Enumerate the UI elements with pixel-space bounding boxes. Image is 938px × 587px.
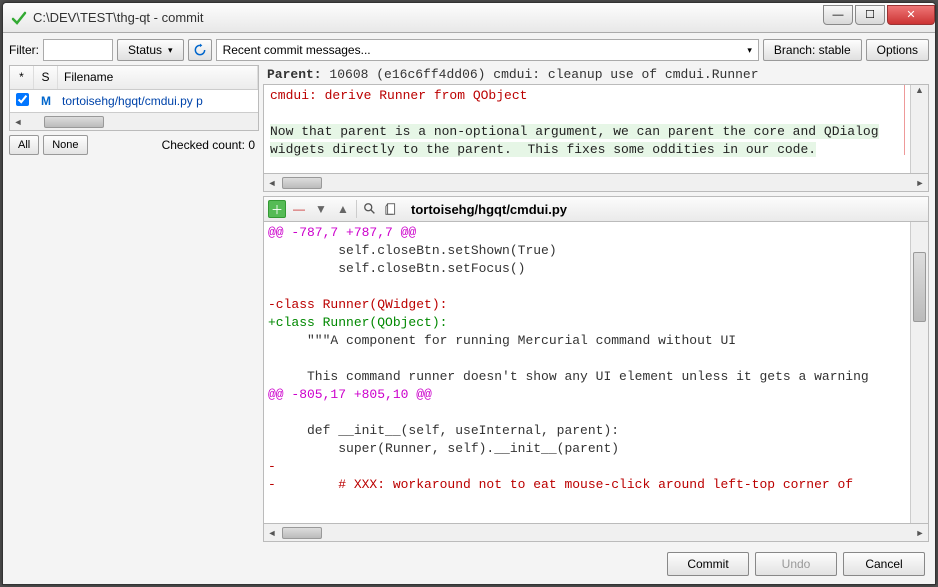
- commit-button[interactable]: Commit: [667, 552, 749, 576]
- right-pane: Parent: 10608 (e16c6ff4dd06) cmdui: clea…: [263, 65, 929, 542]
- refresh-button[interactable]: [188, 39, 212, 61]
- diff-line: super(Runner, self).__init__(parent): [268, 440, 906, 458]
- col-filename[interactable]: Filename: [58, 66, 258, 89]
- arrow-down-icon[interactable]: ▼: [312, 200, 330, 218]
- diff-view[interactable]: @@ -787,7 +787,7 @@ self.closeBtn.setSho…: [264, 222, 910, 523]
- diff-line: +class Runner(QObject):: [268, 314, 906, 332]
- file-name: tortoisehg/hgqt/cmdui.py p: [58, 94, 258, 108]
- file-list-footer: All None Checked count: 0: [9, 131, 259, 159]
- status-dropdown[interactable]: Status: [117, 39, 184, 61]
- app-icon: [11, 10, 27, 26]
- diff-toolbar: ＋ — ▼ ▲ tortoisehg/hgqt/cmdui.py: [263, 196, 929, 222]
- commit-message-body: Now that parent is a non-optional argume…: [270, 124, 879, 157]
- diff-filename: tortoisehg/hgqt/cmdui.py: [411, 202, 567, 217]
- diff-line: @@ -787,7 +787,7 @@: [268, 224, 906, 242]
- select-all-button[interactable]: All: [9, 135, 39, 155]
- add-icon[interactable]: ＋: [268, 200, 286, 218]
- arrow-up-icon[interactable]: ▲: [334, 200, 352, 218]
- col-status[interactable]: S: [34, 66, 58, 89]
- options-button[interactable]: Options: [866, 39, 929, 61]
- refresh-icon: [193, 43, 207, 57]
- undo-button[interactable]: Undo: [755, 552, 837, 576]
- file-list-body[interactable]: M tortoisehg/hgqt/cmdui.py p: [10, 90, 258, 112]
- content-area: Filter: Status Recent commit messages...…: [3, 33, 935, 584]
- filter-label: Filter:: [9, 43, 39, 57]
- select-none-button[interactable]: None: [43, 135, 87, 155]
- diff-line: This command runner doesn't show any UI …: [268, 368, 906, 386]
- close-button[interactable]: ✕: [887, 5, 935, 25]
- cancel-button[interactable]: Cancel: [843, 552, 925, 576]
- left-column: * S Filename M tortoisehg/hgqt/cmdui.py …: [9, 65, 259, 542]
- file-status: M: [34, 94, 58, 108]
- commit-window: C:\DEV\TEST\thg-qt - commit — ☐ ✕ Filter…: [2, 2, 936, 585]
- middle-area: * S Filename M tortoisehg/hgqt/cmdui.py …: [9, 65, 929, 542]
- remove-icon[interactable]: —: [290, 200, 308, 218]
- parent-hash: (e16c6ff4dd06): [376, 67, 485, 82]
- window-controls: — ☐ ✕: [821, 5, 935, 27]
- parent-info: Parent: 10608 (e16c6ff4dd06) cmdui: clea…: [263, 65, 929, 84]
- checked-count: Checked count: 0: [162, 138, 259, 152]
- parent-label: Parent:: [267, 67, 322, 82]
- diff-line: - # XXX: workaround not to eat mouse-cli…: [268, 476, 906, 494]
- diff-line: -class Runner(QWidget):: [268, 296, 906, 314]
- diff-line: -: [268, 458, 906, 476]
- diff-hscroll[interactable]: ◄►: [263, 524, 929, 542]
- document-icon[interactable]: [383, 200, 401, 218]
- diff-line: """A component for running Mercurial com…: [268, 332, 906, 350]
- column-ruler: [904, 85, 905, 155]
- top-toolbar: Filter: Status Recent commit messages...…: [9, 39, 929, 61]
- col-check[interactable]: *: [10, 66, 34, 89]
- diff-line: [268, 350, 906, 368]
- dialog-button-bar: Commit Undo Cancel: [9, 546, 929, 578]
- diff-line: [268, 278, 906, 296]
- diff-vscroll[interactable]: [910, 222, 928, 523]
- diff-line: def __init__(self, useInternal, parent):: [268, 422, 906, 440]
- file-list-header: * S Filename: [10, 66, 258, 90]
- diff-line: [268, 404, 906, 422]
- diff-line: @@ -805,17 +805,10 @@: [268, 386, 906, 404]
- search-icon[interactable]: [361, 200, 379, 218]
- commit-message-subject: cmdui: derive Runner from QObject: [270, 88, 527, 103]
- branch-button[interactable]: Branch: stable: [763, 39, 862, 61]
- commit-message-box: cmdui: derive Runner from QObject Now th…: [263, 84, 929, 174]
- parent-rev: 10608: [329, 67, 368, 82]
- message-vscroll[interactable]: ▲: [910, 85, 928, 173]
- diff-line: self.closeBtn.setFocus(): [268, 260, 906, 278]
- maximize-button[interactable]: ☐: [855, 5, 885, 25]
- minimize-button[interactable]: —: [823, 5, 853, 25]
- diff-body-wrap: @@ -787,7 +787,7 @@ self.closeBtn.setSho…: [263, 222, 929, 524]
- message-hscroll[interactable]: ◄►: [263, 174, 929, 192]
- diff-line: self.closeBtn.setShown(True): [268, 242, 906, 260]
- parent-desc: cmdui: cleanup use of cmdui.Runner: [493, 67, 758, 82]
- recent-messages-label: Recent commit messages...: [223, 43, 371, 57]
- filter-input[interactable]: [43, 39, 113, 61]
- file-checkbox[interactable]: [16, 93, 29, 106]
- titlebar[interactable]: C:\DEV\TEST\thg-qt - commit — ☐ ✕: [3, 3, 935, 33]
- commit-message-input[interactable]: cmdui: derive Runner from QObject Now th…: [264, 85, 910, 173]
- file-list-pane: * S Filename M tortoisehg/hgqt/cmdui.py …: [9, 65, 259, 131]
- window-title: C:\DEV\TEST\thg-qt - commit: [33, 10, 821, 25]
- file-row[interactable]: M tortoisehg/hgqt/cmdui.py p: [10, 90, 258, 112]
- recent-messages-combo[interactable]: Recent commit messages...: [216, 39, 759, 61]
- file-list-hscroll[interactable]: ◄: [10, 112, 258, 130]
